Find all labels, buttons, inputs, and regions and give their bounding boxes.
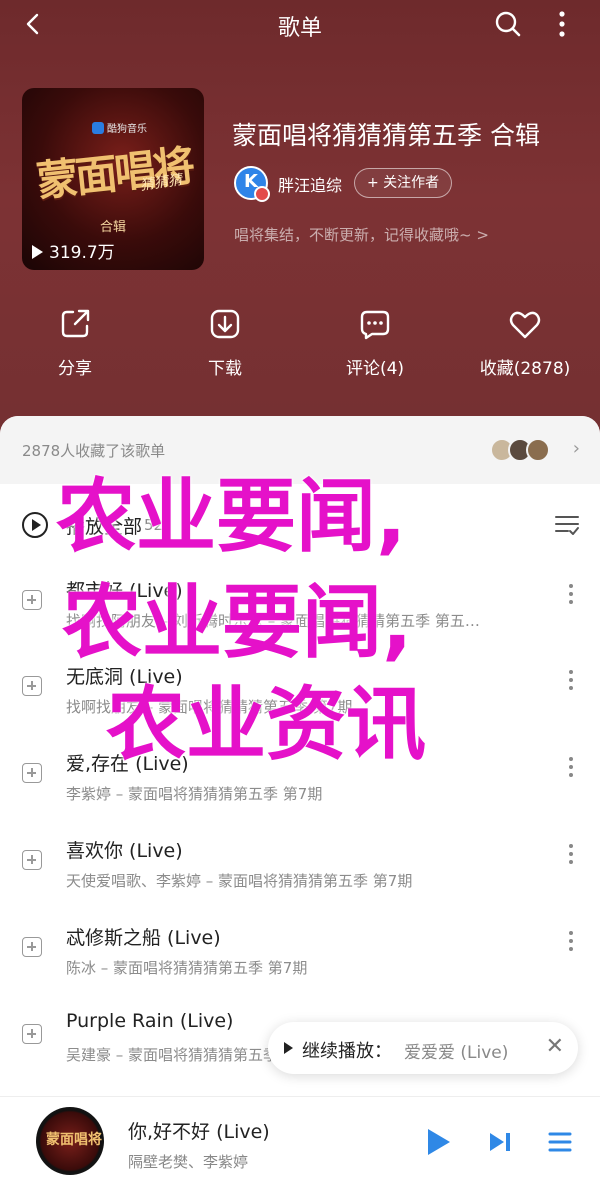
song-more-icon[interactable] <box>568 757 574 779</box>
play-count-icon <box>32 245 43 259</box>
more-options-icon[interactable] <box>548 10 576 38</box>
cover-album-tag: 合辑 <box>99 220 126 235</box>
song-more-icon[interactable] <box>568 584 574 606</box>
song-more-icon[interactable] <box>568 670 574 692</box>
song-name: Purple Rain (Live) <box>66 1010 234 1032</box>
download-icon <box>210 309 240 339</box>
favorite-label: 收藏(2878) <box>479 359 571 379</box>
cover-brand: 酷狗音乐 <box>92 120 147 135</box>
add-to-playlist-icon[interactable] <box>22 676 42 696</box>
creator-avatar[interactable]: K <box>234 166 270 202</box>
playlist-hero: 歌单 酷狗音乐 蒙面唱将 猜猜猜 合辑 319.7万 蒙面唱将猜猜猜第五季 合辑… <box>0 0 600 440</box>
add-to-playlist-icon[interactable] <box>22 937 42 957</box>
verified-badge-icon <box>254 186 270 202</box>
song-count: 52 <box>144 516 164 534</box>
kugou-logo-icon <box>92 122 104 134</box>
song-meta: 陈冰 – 蒙面唱将猜猜猜第五季 第7期 <box>66 959 308 977</box>
download-button[interactable]: 下载 <box>150 300 300 379</box>
next-track-icon[interactable] <box>488 1131 512 1153</box>
add-to-playlist-icon[interactable] <box>22 850 42 870</box>
play-button-icon[interactable] <box>428 1129 450 1155</box>
song-name: 爱,存在 (Live) <box>66 753 189 775</box>
top-bar: 歌单 <box>0 0 600 48</box>
add-to-playlist-icon[interactable] <box>22 1024 42 1044</box>
comment-button[interactable]: 评论(4) <box>300 300 450 379</box>
now-playing-song: 你,好不好 (Live) <box>128 1121 270 1143</box>
creator-name[interactable]: 胖汪追综 <box>278 172 342 196</box>
play-icon <box>284 1042 293 1054</box>
favorite-button[interactable]: 收藏(2878) <box>450 300 600 379</box>
song-row[interactable]: 喜欢你 (Live) 天使爱唱歌、李紫婷 – 蒙面唱将猜猜猜第五季 第7期 <box>0 820 600 906</box>
share-button[interactable]: 分享 <box>0 300 150 379</box>
play-count: 319.7万 <box>32 238 115 263</box>
song-more-icon[interactable] <box>568 844 574 866</box>
share-label: 分享 <box>58 359 92 379</box>
song-meta: 李紫婷 – 蒙面唱将猜猜猜第五季 第7期 <box>66 785 323 803</box>
song-meta: 找啊找朋友 – 蒙面唱将猜猜猜第五季 第7期 <box>66 698 353 716</box>
playlist-cover[interactable]: 酷狗音乐 蒙面唱将 猜猜猜 合辑 319.7万 <box>22 88 204 270</box>
disc-text: 蒙面唱将 <box>46 1132 102 1148</box>
song-meta: 找啊找阿朋友 – 刘折腾时乐乐 – 蒙面唱将猜猜猜第五季 第五… <box>66 612 480 630</box>
queue-icon[interactable] <box>548 1131 572 1153</box>
song-name: 无底洞 (Live) <box>66 666 183 688</box>
action-bar: 分享 下载 评论(4) 收藏(2878) <box>0 300 600 390</box>
follow-creator-button[interactable]: + 关注作者 <box>354 168 453 198</box>
add-to-playlist-icon[interactable] <box>22 590 42 610</box>
multi-select-icon[interactable] <box>554 512 580 538</box>
cover-brand-text: 酷狗音乐 <box>107 124 147 135</box>
download-label: 下载 <box>208 359 242 379</box>
collector-avatar <box>526 438 550 462</box>
close-icon[interactable]: ✕ <box>546 1034 564 1059</box>
add-to-playlist-icon[interactable] <box>22 763 42 783</box>
song-row[interactable]: 都市好 (Live) 找啊找阿朋友 – 刘折腾时乐乐 – 蒙面唱将猜猜猜第五季 … <box>0 560 600 646</box>
now-playing-artist: 隔壁老樊、李紫婷 <box>128 1153 249 1171</box>
share-icon <box>61 309 90 338</box>
playlist-title: 蒙面唱将猜猜猜第五季 合辑 <box>232 121 540 150</box>
play-all-label[interactable]: 播放全部 <box>66 512 142 539</box>
song-meta: 吴建豪 – 蒙面唱将猜猜猜第五季 <box>66 1046 279 1064</box>
playlist-description[interactable]: 唱将集结，不断更新，记得收藏哦~ > <box>234 224 489 245</box>
heart-icon <box>509 311 541 339</box>
collector-avatars <box>490 438 560 462</box>
song-row[interactable]: 忒修斯之船 (Live) 陈冰 – 蒙面唱将猜猜猜第五季 第7期 <box>0 907 600 993</box>
resume-playback-toast[interactable]: 继续播放： 爱爱爱 (Live) ✕ <box>268 1022 578 1074</box>
now-playing-disc[interactable]: 蒙面唱将 <box>36 1107 104 1175</box>
resume-label: 继续播放： <box>302 1041 392 1062</box>
song-name: 忒修斯之船 (Live) <box>66 927 221 949</box>
song-meta: 天使爱唱歌、李紫婷 – 蒙面唱将猜猜猜第五季 第7期 <box>66 872 413 890</box>
song-more-icon[interactable] <box>568 931 574 953</box>
collectors-text: 2878人收藏了该歌单 <box>22 442 166 460</box>
song-name: 喜欢你 (Live) <box>66 840 183 862</box>
resume-song: 爱爱爱 (Live) <box>404 1043 509 1063</box>
comment-label: 评论(4) <box>345 359 405 379</box>
song-row[interactable]: 无底洞 (Live) 找啊找朋友 – 蒙面唱将猜猜猜第五季 第7期 <box>0 646 600 732</box>
mini-player[interactable]: 蒙面唱将 你,好不好 (Live) 隔壁老樊、李紫婷 <box>0 1096 600 1189</box>
chevron-right-icon: › <box>572 438 580 459</box>
collectors-row[interactable]: 2878人收藏了该歌单 › <box>0 416 600 484</box>
play-all-row[interactable]: 播放全部 52 <box>0 504 600 544</box>
play-count-text: 319.7万 <box>49 243 115 263</box>
search-icon[interactable] <box>494 10 522 38</box>
comment-icon <box>360 310 390 340</box>
play-all-icon[interactable] <box>22 512 48 538</box>
song-row[interactable]: 爱,存在 (Live) 李紫婷 – 蒙面唱将猜猜猜第五季 第7期 <box>0 733 600 819</box>
song-name: 都市好 (Live) <box>66 580 183 602</box>
